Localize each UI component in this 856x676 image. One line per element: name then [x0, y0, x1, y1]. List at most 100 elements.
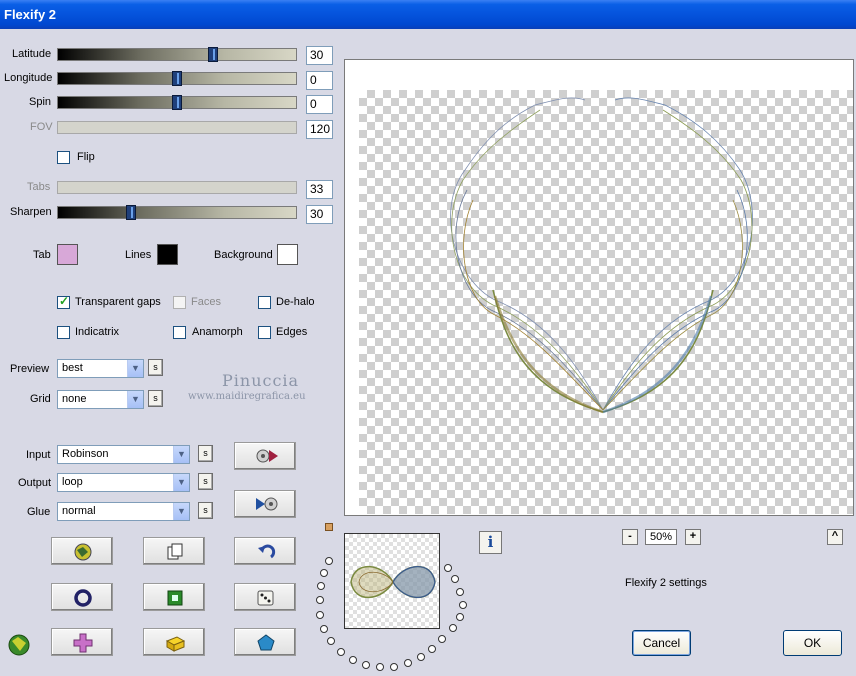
longitude-slider[interactable]	[57, 71, 297, 86]
disc-save-icon	[256, 497, 278, 511]
transparent-gaps-checkbox[interactable]: ✓	[57, 294, 70, 309]
output-label: Output	[18, 477, 52, 489]
sharpen-input[interactable]: 30	[306, 205, 333, 224]
chevron-down-icon[interactable]: ▼	[173, 503, 189, 520]
indicatrix-checkbox[interactable]	[57, 326, 70, 339]
square-frame-button[interactable]	[143, 583, 205, 611]
background-color-swatch[interactable]	[277, 244, 298, 265]
window-title: Flexify 2	[4, 7, 57, 22]
random-dice-button[interactable]	[234, 583, 296, 611]
edges-checkbox[interactable]	[258, 326, 271, 339]
latitude-label: Latitude	[12, 48, 52, 60]
brick-shape-button[interactable]	[143, 628, 205, 656]
chevron-down-icon[interactable]: ▼	[127, 360, 143, 377]
tab-color-swatch[interactable]	[57, 244, 78, 265]
dialog-client: Latitude 30 Longitude 0 Spin 0 FOV 120 F…	[0, 29, 856, 676]
cross-icon	[73, 633, 93, 653]
preview-select-value: best	[62, 362, 83, 374]
sharpen-slider-thumb[interactable]	[126, 205, 136, 220]
spin-slider[interactable]	[57, 95, 297, 110]
input-s-button[interactable]: s	[198, 445, 213, 462]
cancel-button[interactable]: Cancel	[632, 630, 691, 656]
grid-label: Grid	[30, 393, 51, 405]
tabs-slider	[57, 181, 297, 194]
chevron-down-icon[interactable]: ▼	[173, 446, 189, 463]
brick-icon	[165, 636, 185, 652]
preset-dot-ring[interactable]	[310, 529, 475, 675]
longitude-input[interactable]: 0	[306, 71, 333, 90]
flexified-shape-preview	[450, 97, 753, 414]
ok-button[interactable]: OK	[783, 630, 842, 656]
disc-load-icon	[256, 449, 278, 463]
latitude-input[interactable]: 30	[306, 46, 333, 65]
grid-select[interactable]: none ▼	[57, 390, 144, 409]
zoom-level: 50%	[645, 529, 677, 545]
longitude-slider-thumb[interactable]	[172, 71, 182, 86]
longitude-label: Longitude	[4, 72, 53, 84]
output-s-button[interactable]: s	[198, 473, 213, 490]
chevron-down-icon[interactable]: ▼	[127, 391, 143, 408]
title-bar: Flexify 2	[0, 0, 856, 29]
flip-checkbox[interactable]	[57, 151, 70, 164]
preview-s-button[interactable]: s	[148, 359, 163, 376]
preview-select[interactable]: best ▼	[57, 359, 144, 378]
spin-input[interactable]: 0	[306, 95, 333, 114]
randomize-globe-button[interactable]	[51, 537, 113, 565]
fov-input[interactable]: 120	[306, 120, 333, 139]
background-color-label: Background	[214, 249, 273, 261]
expand-up-button[interactable]: ^	[827, 529, 843, 545]
copy-icon	[167, 543, 183, 560]
dice-icon	[257, 590, 274, 606]
latitude-slider-thumb[interactable]	[208, 47, 218, 62]
zoom-out-button[interactable]: -	[622, 529, 638, 545]
ring-icon	[74, 589, 92, 607]
tabs-input[interactable]: 33	[306, 180, 333, 199]
output-select[interactable]: loop ▼	[57, 473, 190, 492]
preview-label: Preview	[10, 363, 50, 375]
lines-color-swatch[interactable]	[157, 244, 178, 265]
zoom-in-button[interactable]: +	[685, 529, 701, 545]
pentagon-icon	[257, 634, 275, 651]
glue-select-value: normal	[62, 505, 96, 517]
indicatrix-label: Indicatrix	[75, 326, 120, 338]
anamorph-checkbox[interactable]	[173, 326, 186, 339]
undo-icon	[258, 544, 276, 559]
transparent-gaps-label: Transparent gaps	[75, 296, 161, 308]
de-halo-checkbox[interactable]	[258, 296, 271, 309]
fov-label: FOV	[30, 121, 53, 133]
preview-canvas[interactable]	[344, 59, 854, 516]
input-select[interactable]: Robinson ▼	[57, 445, 190, 464]
glue-s-button[interactable]: s	[198, 502, 213, 519]
faces-label: Faces	[191, 296, 221, 308]
undo-button[interactable]	[234, 537, 296, 565]
load-preset-button[interactable]	[234, 442, 296, 470]
glue-select[interactable]: normal ▼	[57, 502, 190, 521]
fov-slider	[57, 121, 297, 134]
globe-icon	[74, 543, 92, 561]
chevron-down-icon[interactable]: ▼	[173, 474, 189, 491]
tabs-label: Tabs	[27, 181, 51, 193]
flip-label: Flip	[77, 151, 95, 163]
square-frame-icon	[167, 590, 183, 606]
glue-label: Glue	[27, 506, 51, 518]
watermark-name: Pinuccia	[222, 371, 300, 390]
input-select-value: Robinson	[62, 448, 109, 460]
anamorph-label: Anamorph	[192, 326, 243, 338]
save-preset-button[interactable]	[234, 490, 296, 518]
plugin-logo-icon	[8, 634, 30, 656]
pentagon-shape-button[interactable]	[234, 628, 296, 656]
sharpen-slider[interactable]	[57, 205, 297, 220]
de-halo-label: De-halo	[276, 296, 315, 308]
info-button[interactable]: i	[479, 531, 502, 554]
grid-s-button[interactable]: s	[148, 390, 163, 407]
cross-shape-button[interactable]	[51, 628, 113, 656]
lines-color-label: Lines	[125, 249, 152, 261]
check-mark-icon: ✓	[59, 294, 70, 308]
grid-select-value: none	[62, 393, 87, 405]
ring-shape-button[interactable]	[51, 583, 113, 611]
spin-slider-thumb[interactable]	[172, 95, 182, 110]
latitude-slider[interactable]	[57, 47, 297, 62]
sharpen-label: Sharpen	[10, 206, 52, 218]
tab-color-label: Tab	[33, 249, 51, 261]
copy-button[interactable]	[143, 537, 205, 565]
